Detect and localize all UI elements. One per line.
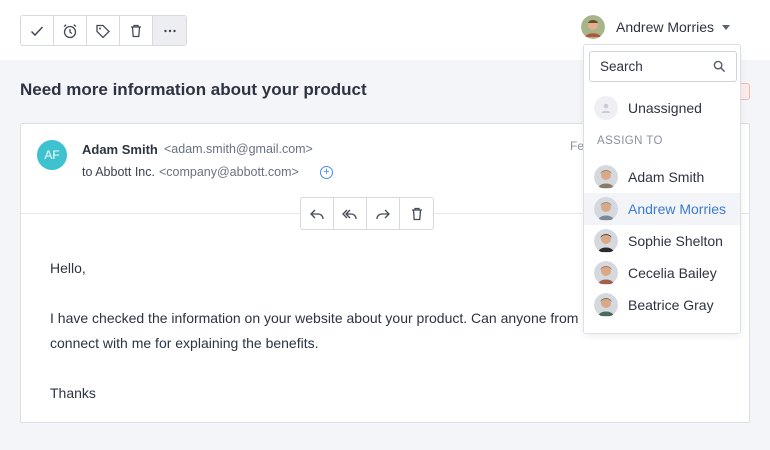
message-greeting: Hello,	[50, 260, 86, 276]
assignee-option[interactable]: Beatrice Gray	[584, 289, 740, 321]
trash-icon	[411, 207, 422, 220]
assignee-search	[589, 51, 737, 82]
unassigned-user-icon	[594, 96, 618, 120]
sender-email: <adam.smith@gmail.com>	[164, 142, 313, 156]
sender-avatar: AF	[37, 140, 67, 170]
person-name: Beatrice Gray	[628, 297, 714, 313]
message-actions	[300, 197, 434, 230]
chevron-down-icon	[722, 24, 731, 30]
more-button[interactable]	[153, 16, 186, 45]
snooze-button[interactable]	[54, 16, 87, 45]
search-icon	[713, 60, 726, 73]
message-body-line-2: connect with me for explaining the benef…	[50, 335, 319, 351]
tag-icon	[96, 24, 110, 38]
person-avatar	[594, 197, 618, 221]
person-avatar	[594, 261, 618, 285]
assignee-option[interactable]: Cecelia Bailey	[584, 257, 740, 289]
assignee-selector[interactable]: Andrew Morries	[581, 15, 731, 39]
trash-icon	[131, 24, 141, 37]
forward-button[interactable]	[367, 198, 400, 229]
reply-all-button[interactable]	[334, 198, 367, 229]
recipient-name: to Abbott Inc.	[82, 165, 155, 179]
message-body-line-1: I have checked the information on your w…	[50, 310, 579, 326]
person-avatar	[594, 229, 618, 253]
assignee-avatar	[581, 15, 605, 39]
assign-dropdown: Unassigned ASSIGN TO Adam Smith Andrew Mo…	[583, 44, 741, 334]
conversation-subject: Need more information about your product	[20, 80, 367, 99]
message-signoff: Thanks	[50, 385, 96, 401]
conversation-toolbar	[20, 15, 187, 46]
check-icon	[30, 25, 44, 36]
reply-all-icon	[342, 209, 357, 219]
person-avatar	[594, 165, 618, 189]
assignee-name: Andrew Morries	[616, 19, 715, 35]
assignee-search-input[interactable]	[600, 59, 710, 74]
unassigned-label: Unassigned	[628, 100, 702, 116]
assign-to-heading: ASSIGN TO	[597, 135, 663, 147]
assignee-option[interactable]: Adam Smith	[584, 161, 740, 193]
tag-button[interactable]	[87, 16, 120, 45]
assignee-option[interactable]: Sophie Shelton	[584, 225, 740, 257]
person-name: Andrew Morries	[628, 201, 727, 217]
delete-message-button[interactable]	[400, 198, 433, 229]
more-icon	[163, 29, 176, 32]
forward-icon	[376, 209, 390, 219]
recipient-email: <company@abbott.com>	[158, 165, 299, 179]
sender-name: Adam Smith	[82, 142, 158, 157]
add-recipient-icon[interactable]: +	[320, 166, 333, 179]
person-avatar	[594, 293, 618, 317]
reply-button[interactable]	[301, 198, 334, 229]
assignee-option[interactable]: Andrew Morries	[584, 193, 740, 225]
person-name: Cecelia Bailey	[628, 265, 717, 281]
mark-done-button[interactable]	[21, 16, 54, 45]
person-name: Sophie Shelton	[628, 233, 723, 249]
snooze-clock-icon	[63, 23, 77, 38]
message-date: Fe	[570, 139, 585, 153]
delete-button[interactable]	[120, 16, 153, 45]
person-name: Adam Smith	[628, 169, 705, 185]
reply-icon	[310, 209, 324, 219]
recipient-line: to Abbott Inc. <company@abbott.com>	[82, 165, 299, 179]
unassigned-option[interactable]: Unassigned	[584, 92, 740, 124]
